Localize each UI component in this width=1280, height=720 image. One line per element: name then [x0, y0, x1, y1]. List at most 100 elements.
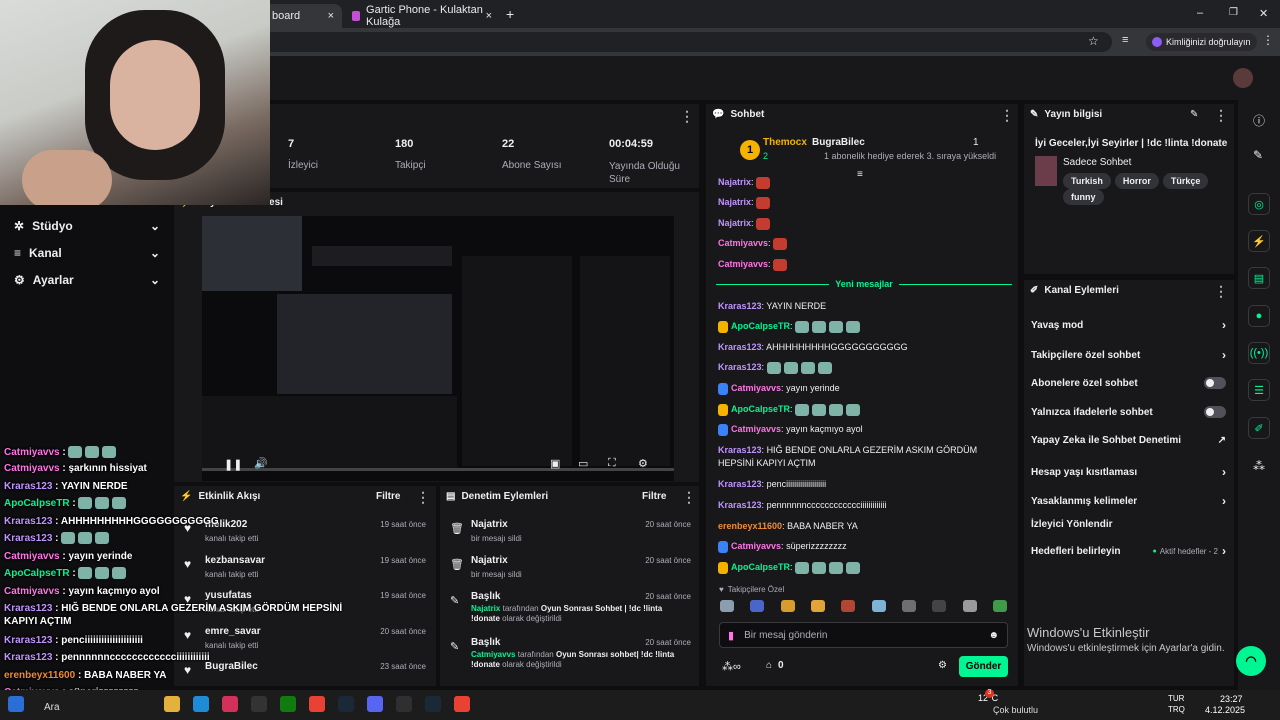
channel-action-control[interactable]: › — [1222, 318, 1226, 332]
chat-username[interactable]: Kraras123 — [718, 445, 762, 455]
category-name[interactable]: Sadece Sohbet — [1063, 157, 1131, 168]
theatre-mode-icon[interactable]: ▭ — [578, 457, 588, 470]
emote-icon[interactable] — [841, 600, 856, 612]
chrome-icon[interactable] — [309, 696, 325, 712]
moderation-item[interactable]: ✎ Başlık 20 saat önce Catmiyavvs tarafından… — [450, 635, 695, 675]
clip-icon[interactable]: ▣ — [550, 457, 560, 470]
channel-action-item[interactable]: Yapay Zeka ile Sohbet Denetimi ↗ — [1031, 435, 1226, 446]
tag-chip[interactable]: Turkish — [1063, 173, 1111, 189]
edit-icon[interactable]: ✎ — [1190, 109, 1198, 120]
chat-username[interactable]: Catmiyavvs — [731, 541, 781, 551]
channel-action-control[interactable]: › — [1222, 465, 1226, 479]
moderation-item[interactable]: 🗑 Najatrix 20 saat önce bir mesajı sildi — [450, 517, 695, 557]
epic-games-icon[interactable] — [251, 696, 267, 712]
language-code[interactable]: TUR — [1168, 694, 1184, 703]
url-field[interactable] — [262, 32, 1112, 52]
channel-action-item[interactable]: Takipçilere özel sohbet › — [1031, 348, 1226, 362]
chat-username[interactable]: Catmiyavvs — [718, 238, 768, 248]
channel-action-control[interactable]: ↗ — [1218, 435, 1226, 446]
chat-username[interactable]: Kraras123 — [718, 301, 762, 311]
chat-username[interactable]: Kraras123 — [718, 479, 762, 489]
moderation-filter-button[interactable]: Filtre — [642, 491, 666, 502]
send-button[interactable]: Gönder — [959, 656, 1008, 677]
chat-menu-icon[interactable]: ⋮ — [1000, 107, 1014, 124]
channel-action-item[interactable]: Yasaklanmış kelimeler › — [1031, 494, 1226, 508]
chat-username[interactable]: Najatrix — [718, 177, 751, 187]
browser-tab-gartic[interactable]: Gartic Phone - Kulaktan Kulağa × — [342, 4, 500, 28]
emote-icon[interactable] — [810, 600, 825, 612]
xbox-icon[interactable] — [280, 696, 296, 712]
user-avatar[interactable] — [1233, 68, 1253, 88]
start-icon[interactable] — [8, 696, 24, 712]
window-close-button[interactable]: ✕ — [1259, 7, 1268, 20]
taskbar-app-icon[interactable] — [222, 696, 238, 712]
chat-username[interactable]: ApoCalpseTR — [731, 404, 790, 414]
tag-chip[interactable]: Türkçe — [1162, 173, 1209, 189]
chat-username[interactable]: Catmiyavvs — [731, 424, 781, 434]
channel-action-control[interactable] — [1204, 377, 1226, 389]
moderation-user[interactable]: Najatrix — [471, 604, 500, 613]
chat-username[interactable]: Najatrix — [718, 218, 751, 228]
sidebar-item-studio[interactable]: ✲ Stüdyo ⌄ — [14, 219, 160, 233]
sidebar-item-channel[interactable]: ≡ Kanal ⌄ — [14, 246, 160, 260]
bits-counter[interactable]: ⌂ 0 — [766, 660, 784, 671]
stats-menu-icon[interactable]: ⋮ — [680, 108, 694, 125]
info-icon[interactable]: ⓘ — [1253, 112, 1265, 129]
chat-username[interactable]: Catmiyavvs — [718, 259, 768, 269]
emote-icon[interactable] — [992, 600, 1007, 612]
tab-close-icon[interactable]: × — [328, 10, 334, 22]
window-maximize-button[interactable]: ❐ — [1229, 7, 1238, 18]
clock-time[interactable]: 23:27 — [1220, 694, 1243, 704]
channel-action-item[interactable]: Hesap yaşı kısıtlaması › — [1031, 465, 1226, 479]
moderation-item[interactable]: ✎ Başlık 20 saat önce Najatrix tarafından O… — [450, 589, 695, 629]
chat-username[interactable]: Kraras123 — [718, 342, 762, 352]
taskbar-app-icon[interactable] — [164, 696, 180, 712]
emote-icon[interactable] — [871, 600, 886, 612]
support-chat-button[interactable]: ◠ — [1236, 646, 1266, 676]
channel-action-control[interactable]: › — [1222, 348, 1226, 362]
edge-icon[interactable] — [193, 696, 209, 712]
window-minimize-button[interactable]: – — [1197, 7, 1203, 19]
broadcast-icon[interactable]: ((•)) — [1248, 342, 1270, 364]
channel-actions-menu-icon[interactable]: ⋮ — [1214, 283, 1228, 300]
channel-action-control[interactable] — [1204, 406, 1226, 418]
add-widget-icon[interactable]: ⁂ — [1253, 459, 1265, 473]
moderation-menu-icon[interactable]: ⋮ — [682, 489, 696, 506]
profile-verify-button[interactable]: Kimliğinizi doğrulayın — [1146, 33, 1257, 51]
toggle-switch[interactable] — [1204, 377, 1226, 389]
obs-icon[interactable] — [396, 696, 412, 712]
emote-icon[interactable] — [780, 600, 795, 612]
browser-menu-icon[interactable]: ⋮ — [1262, 33, 1274, 47]
taskbar-search-label[interactable]: Ara — [44, 702, 60, 713]
steam-icon[interactable] — [425, 696, 441, 712]
camera-icon[interactable]: ◎ — [1248, 193, 1270, 215]
layout-icon[interactable]: ☰ — [1248, 379, 1270, 401]
chat-username[interactable]: ApoCalpseTR — [731, 321, 790, 331]
channel-action-item[interactable]: Yavaş mod › — [1031, 318, 1226, 332]
channel-action-item[interactable]: Yalnızca ifadelerle sohbet — [1031, 406, 1226, 418]
keyboard-layout[interactable]: TRQ — [1168, 705, 1185, 714]
tab-close-icon[interactable]: × — [486, 10, 492, 22]
emote-picker-icon[interactable]: ☻ — [988, 630, 999, 641]
lightning-icon[interactable]: ⚡ — [1248, 230, 1270, 252]
channel-action-item[interactable]: İzleyici Yönlendir — [1031, 519, 1226, 530]
pencil-icon[interactable]: ✎ — [1253, 148, 1263, 162]
moderation-item[interactable]: 🗑 Najatrix 20 saat önce bir mesajı sildi — [450, 553, 695, 593]
new-tab-button[interactable]: + — [506, 6, 514, 22]
steam-icon[interactable] — [338, 696, 354, 712]
clock-date[interactable]: 4.12.2025 — [1205, 705, 1245, 715]
moderation-user[interactable]: Catmiyavvs — [471, 650, 515, 659]
chrome-icon[interactable] — [454, 696, 470, 712]
chat-username[interactable]: Catmiyavvs — [731, 383, 781, 393]
chat-icon[interactable]: ● — [1248, 305, 1270, 327]
gift-user-name[interactable]: BugraBilec — [812, 137, 865, 148]
discord-icon[interactable] — [367, 696, 383, 712]
clipboard-icon[interactable]: ▤ — [1248, 267, 1270, 289]
tag-chip[interactable]: funny — [1063, 189, 1104, 205]
emote-icon[interactable] — [932, 600, 947, 612]
chat-username[interactable]: Kraras123 — [718, 500, 762, 510]
activity-filter-button[interactable]: Filtre — [376, 491, 400, 502]
emote-icon[interactable] — [901, 600, 916, 612]
tag-chip[interactable]: Horror — [1114, 173, 1159, 189]
chat-input[interactable]: ▮ Bir mesaj gönderin ☻ — [719, 622, 1008, 648]
